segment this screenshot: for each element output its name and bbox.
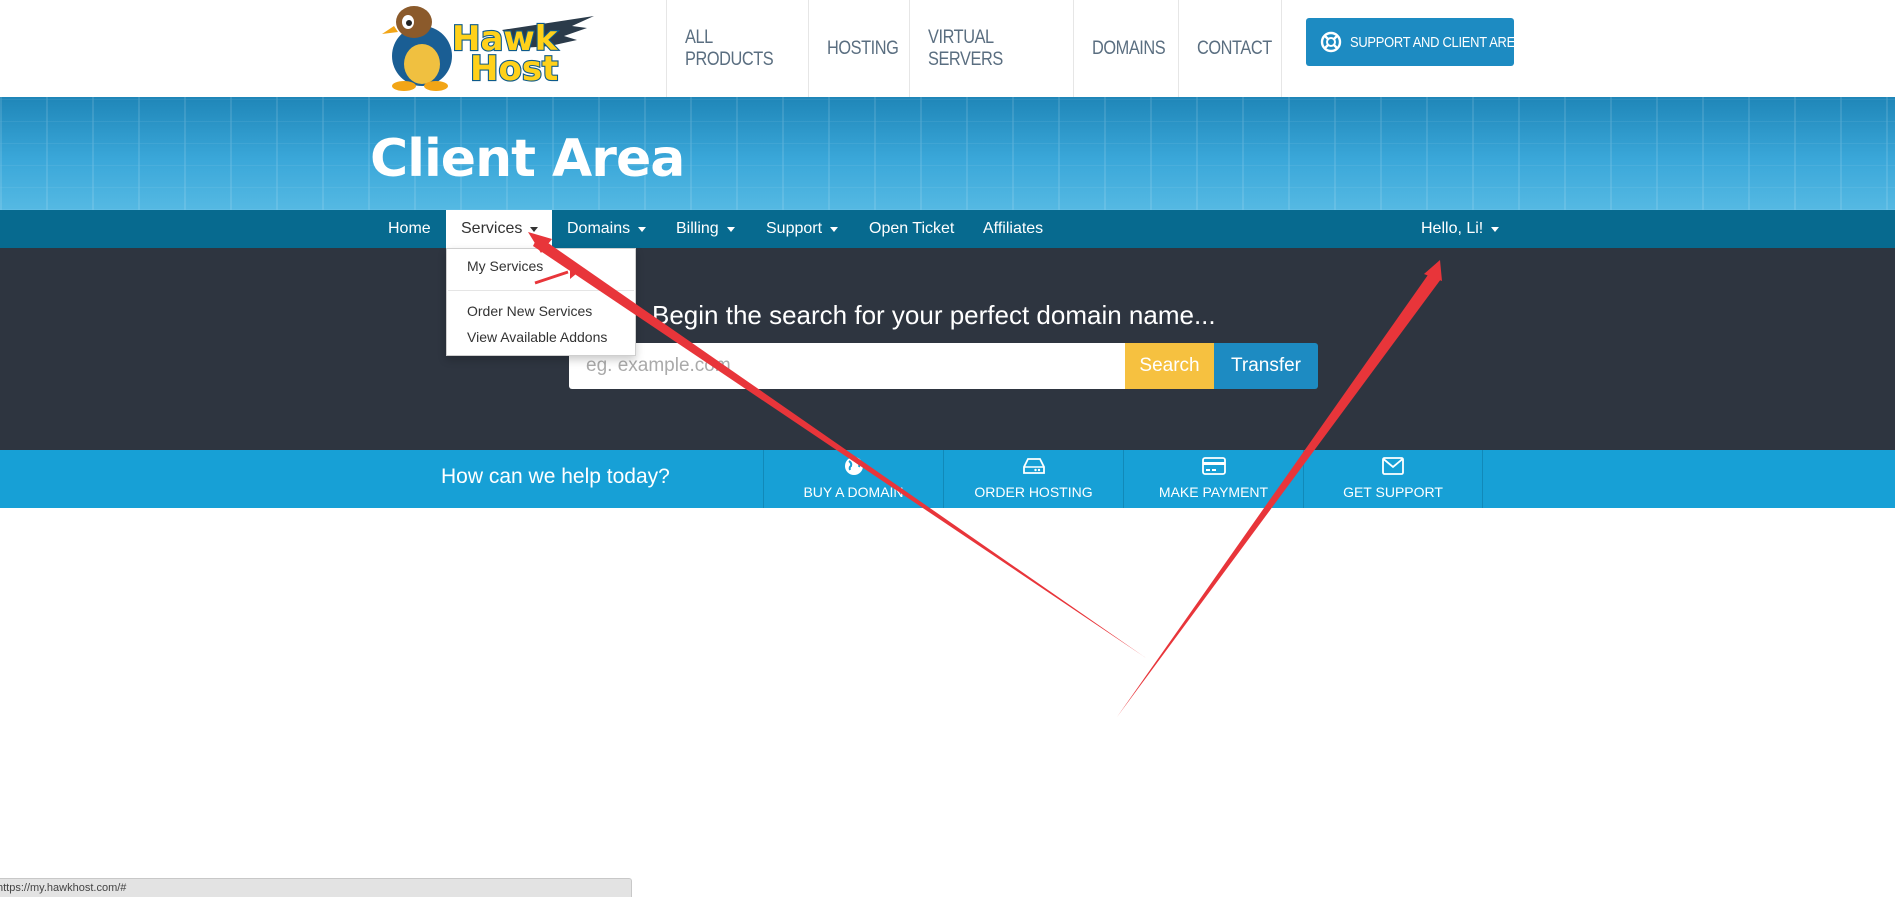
banner-background — [0, 97, 1895, 210]
svg-text:Host: Host — [470, 49, 558, 89]
nav-domains[interactable]: DOMAINS — [1073, 0, 1178, 97]
site-header: Hawk Host ALL PRODUCTS HOSTING VIRTUAL S… — [0, 0, 1895, 97]
client-nav-billing[interactable]: Billing — [676, 210, 735, 248]
nav-virtual-servers[interactable]: VIRTUAL SERVERS — [909, 0, 1073, 97]
page-title: Client Area — [370, 129, 685, 189]
client-nav-affiliates[interactable]: Affiliates — [983, 210, 1043, 248]
client-nav-services[interactable]: Services — [446, 210, 552, 248]
buy-domain-tile[interactable]: BUY A DOMAIN — [763, 450, 943, 508]
caret-down-icon — [726, 226, 735, 232]
credit-card-icon — [1201, 456, 1226, 476]
domain-transfer-button[interactable]: Transfer — [1214, 343, 1318, 389]
dropdown-item-my-services[interactable]: My Services — [467, 258, 543, 274]
user-greeting-menu[interactable]: Hello, Li! — [1421, 210, 1500, 248]
nav-contact[interactable]: CONTACT — [1178, 0, 1282, 97]
support-button-label: SUPPORT AND CLIENT AREA — [1350, 33, 1524, 51]
services-dropdown-menu: My Services Order New Services View Avai… — [446, 248, 636, 356]
get-support-tile[interactable]: GET SUPPORT — [1303, 450, 1483, 508]
dropdown-item-view-addons[interactable]: View Available Addons — [467, 329, 607, 345]
support-client-area-button[interactable]: SUPPORT AND CLIENT AREA — [1306, 18, 1524, 66]
globe-icon — [844, 456, 864, 476]
domain-search-heading: Begin the search for your perfect domain… — [652, 300, 1216, 330]
dropdown-item-order-new-services[interactable]: Order New Services — [467, 303, 592, 319]
hawkhost-logo[interactable]: Hawk Host — [372, 0, 594, 92]
help-bar: How can we help today? BUY A DOMAIN ORDE… — [0, 450, 1895, 508]
domain-search-button[interactable]: Search — [1125, 343, 1214, 389]
client-area-nav: Home Services Domains Billing Support Op… — [0, 210, 1895, 248]
status-url: https://my.hawkhost.com/# — [0, 882, 127, 894]
client-nav-support[interactable]: Support — [766, 210, 839, 248]
page-banner: Client Area — [0, 97, 1895, 210]
caret-down-icon — [638, 226, 647, 232]
nav-all-products[interactable]: ALL PRODUCTS — [666, 0, 808, 97]
client-nav-domains[interactable]: Domains — [567, 210, 647, 248]
client-nav-open-ticket[interactable]: Open Ticket — [869, 210, 954, 248]
make-payment-tile[interactable]: MAKE PAYMENT — [1123, 450, 1303, 508]
main-nav: ALL PRODUCTS HOSTING VIRTUAL SERVERS DOM… — [666, 0, 1282, 97]
caret-down-icon — [830, 226, 839, 232]
hdd-icon — [1022, 456, 1045, 476]
client-nav-home[interactable]: Home — [388, 210, 431, 248]
hawk-mascot-icon: Hawk Host — [382, 6, 594, 91]
help-question: How can we help today? — [441, 465, 670, 488]
order-hosting-tile[interactable]: ORDER HOSTING — [943, 450, 1123, 508]
dropdown-divider — [448, 290, 634, 291]
envelope-icon — [1382, 456, 1404, 476]
lifebuoy-icon — [1320, 31, 1342, 53]
caret-down-icon — [530, 226, 539, 232]
domain-search-section: Begin the search for your perfect domain… — [0, 248, 1895, 450]
nav-hosting[interactable]: HOSTING — [808, 0, 909, 97]
caret-down-icon — [1491, 226, 1500, 232]
domain-search-input[interactable] — [569, 343, 1125, 389]
browser-status-bar: https://my.hawkhost.com/# — [0, 878, 632, 897]
